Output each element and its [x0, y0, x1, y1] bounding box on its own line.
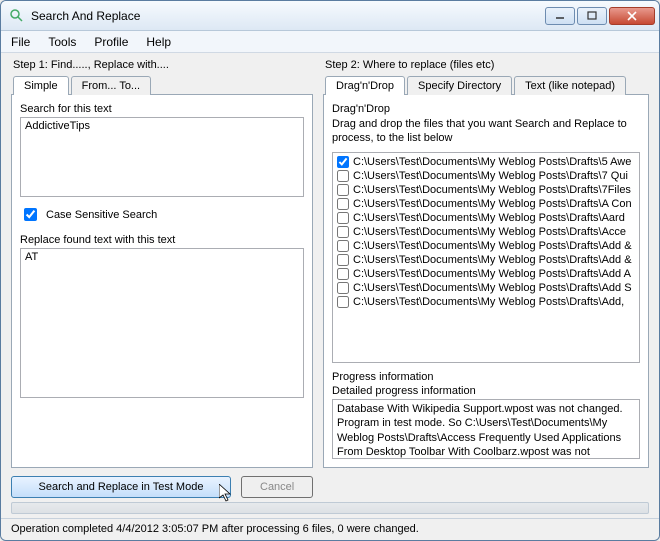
search-input[interactable]: [20, 117, 304, 197]
tab-simple[interactable]: Simple: [13, 76, 69, 95]
file-checkbox[interactable]: [337, 156, 349, 168]
file-checkbox[interactable]: [337, 184, 349, 196]
step2-label: Step 2: Where to replace (files etc): [325, 59, 649, 71]
file-checkbox[interactable]: [337, 296, 349, 308]
list-item[interactable]: C:\Users\Test\Documents\My Weblog Posts\…: [333, 225, 639, 239]
content-area: Step 1: Find....., Replace with.... Simp…: [1, 53, 659, 518]
list-item[interactable]: C:\Users\Test\Documents\My Weblog Posts\…: [333, 281, 639, 295]
file-checkbox[interactable]: [337, 226, 349, 238]
case-sensitive-checkbox[interactable]: [24, 208, 37, 221]
status-text: Operation completed 4/4/2012 3:05:07 PM …: [11, 523, 419, 535]
menubar: File Tools Profile Help: [1, 31, 659, 53]
button-row: Search and Replace in Test Mode Cancel: [11, 476, 649, 498]
menu-help[interactable]: Help: [146, 35, 171, 49]
file-path: C:\Users\Test\Documents\My Weblog Posts\…: [353, 226, 626, 238]
file-checkbox[interactable]: [337, 282, 349, 294]
step1-label: Step 1: Find....., Replace with....: [13, 59, 313, 71]
file-path: C:\Users\Test\Documents\My Weblog Posts\…: [353, 212, 625, 224]
file-checkbox[interactable]: [337, 240, 349, 252]
file-checkbox[interactable]: [337, 198, 349, 210]
file-path: C:\Users\Test\Documents\My Weblog Posts\…: [353, 282, 632, 294]
close-button[interactable]: [609, 7, 655, 25]
dragdrop-title: Drag'n'Drop: [332, 103, 640, 115]
file-path: C:\Users\Test\Documents\My Weblog Posts\…: [353, 254, 632, 266]
file-path: C:\Users\Test\Documents\My Weblog Posts\…: [353, 184, 631, 196]
list-item[interactable]: C:\Users\Test\Documents\My Weblog Posts\…: [333, 239, 639, 253]
search-label: Search for this text: [20, 103, 304, 115]
progress-bar: [11, 502, 649, 514]
step1-panel: Search for this text Case Sensitive Sear…: [11, 94, 313, 468]
file-checkbox[interactable]: [337, 170, 349, 182]
list-item[interactable]: C:\Users\Test\Documents\My Weblog Posts\…: [333, 197, 639, 211]
progress-detail-label: Detailed progress information: [332, 385, 640, 397]
minimize-button[interactable]: [545, 7, 575, 25]
file-path: C:\Users\Test\Documents\My Weblog Posts\…: [353, 198, 632, 210]
cancel-button[interactable]: Cancel: [241, 476, 313, 498]
list-item[interactable]: C:\Users\Test\Documents\My Weblog Posts\…: [333, 267, 639, 281]
file-checkbox[interactable]: [337, 254, 349, 266]
case-sensitive-label: Case Sensitive Search: [46, 209, 157, 221]
list-item[interactable]: C:\Users\Test\Documents\My Weblog Posts\…: [333, 183, 639, 197]
file-path: C:\Users\Test\Documents\My Weblog Posts\…: [353, 156, 631, 168]
app-window: Search And Replace File Tools Profile He…: [0, 0, 660, 541]
file-path: C:\Users\Test\Documents\My Weblog Posts\…: [353, 240, 632, 252]
titlebar[interactable]: Search And Replace: [1, 1, 659, 31]
case-sensitive-row[interactable]: Case Sensitive Search: [20, 205, 304, 224]
step2-column: Step 2: Where to replace (files etc) Dra…: [323, 57, 649, 468]
progress-title: Progress information: [332, 371, 640, 383]
file-path: C:\Users\Test\Documents\My Weblog Posts\…: [353, 170, 628, 182]
replace-input[interactable]: [20, 248, 304, 398]
menu-file[interactable]: File: [11, 35, 30, 49]
tab-text-notepad[interactable]: Text (like notepad): [514, 76, 626, 95]
list-item[interactable]: C:\Users\Test\Documents\My Weblog Posts\…: [333, 253, 639, 267]
app-icon: [9, 8, 25, 24]
tab-specify-directory[interactable]: Specify Directory: [407, 76, 512, 95]
search-replace-button[interactable]: Search and Replace in Test Mode: [11, 476, 231, 498]
file-checkbox[interactable]: [337, 268, 349, 280]
dragdrop-instruction: Drag and drop the files that you want Se…: [332, 117, 640, 146]
progress-detail-box[interactable]: Database With Wikipedia Support.wpost wa…: [332, 399, 640, 459]
file-path: C:\Users\Test\Documents\My Weblog Posts\…: [353, 296, 624, 308]
file-list[interactable]: C:\Users\Test\Documents\My Weblog Posts\…: [332, 152, 640, 363]
list-item[interactable]: C:\Users\Test\Documents\My Weblog Posts\…: [333, 169, 639, 183]
list-item[interactable]: C:\Users\Test\Documents\My Weblog Posts\…: [333, 211, 639, 225]
tab-from-to[interactable]: From... To...: [71, 76, 151, 95]
maximize-button[interactable]: [577, 7, 607, 25]
step2-panel: Drag'n'Drop Drag and drop the files that…: [323, 94, 649, 468]
list-item[interactable]: C:\Users\Test\Documents\My Weblog Posts\…: [333, 155, 639, 169]
step1-column: Step 1: Find....., Replace with.... Simp…: [11, 57, 313, 468]
tab-dragdrop[interactable]: Drag'n'Drop: [325, 76, 405, 95]
list-item[interactable]: C:\Users\Test\Documents\My Weblog Posts\…: [333, 295, 639, 309]
menu-tools[interactable]: Tools: [48, 35, 76, 49]
status-bar: Operation completed 4/4/2012 3:05:07 PM …: [1, 518, 659, 540]
window-title: Search And Replace: [31, 9, 545, 23]
replace-label: Replace found text with this text: [20, 234, 304, 246]
file-checkbox[interactable]: [337, 212, 349, 224]
file-path: C:\Users\Test\Documents\My Weblog Posts\…: [353, 268, 631, 280]
menu-profile[interactable]: Profile: [94, 35, 128, 49]
